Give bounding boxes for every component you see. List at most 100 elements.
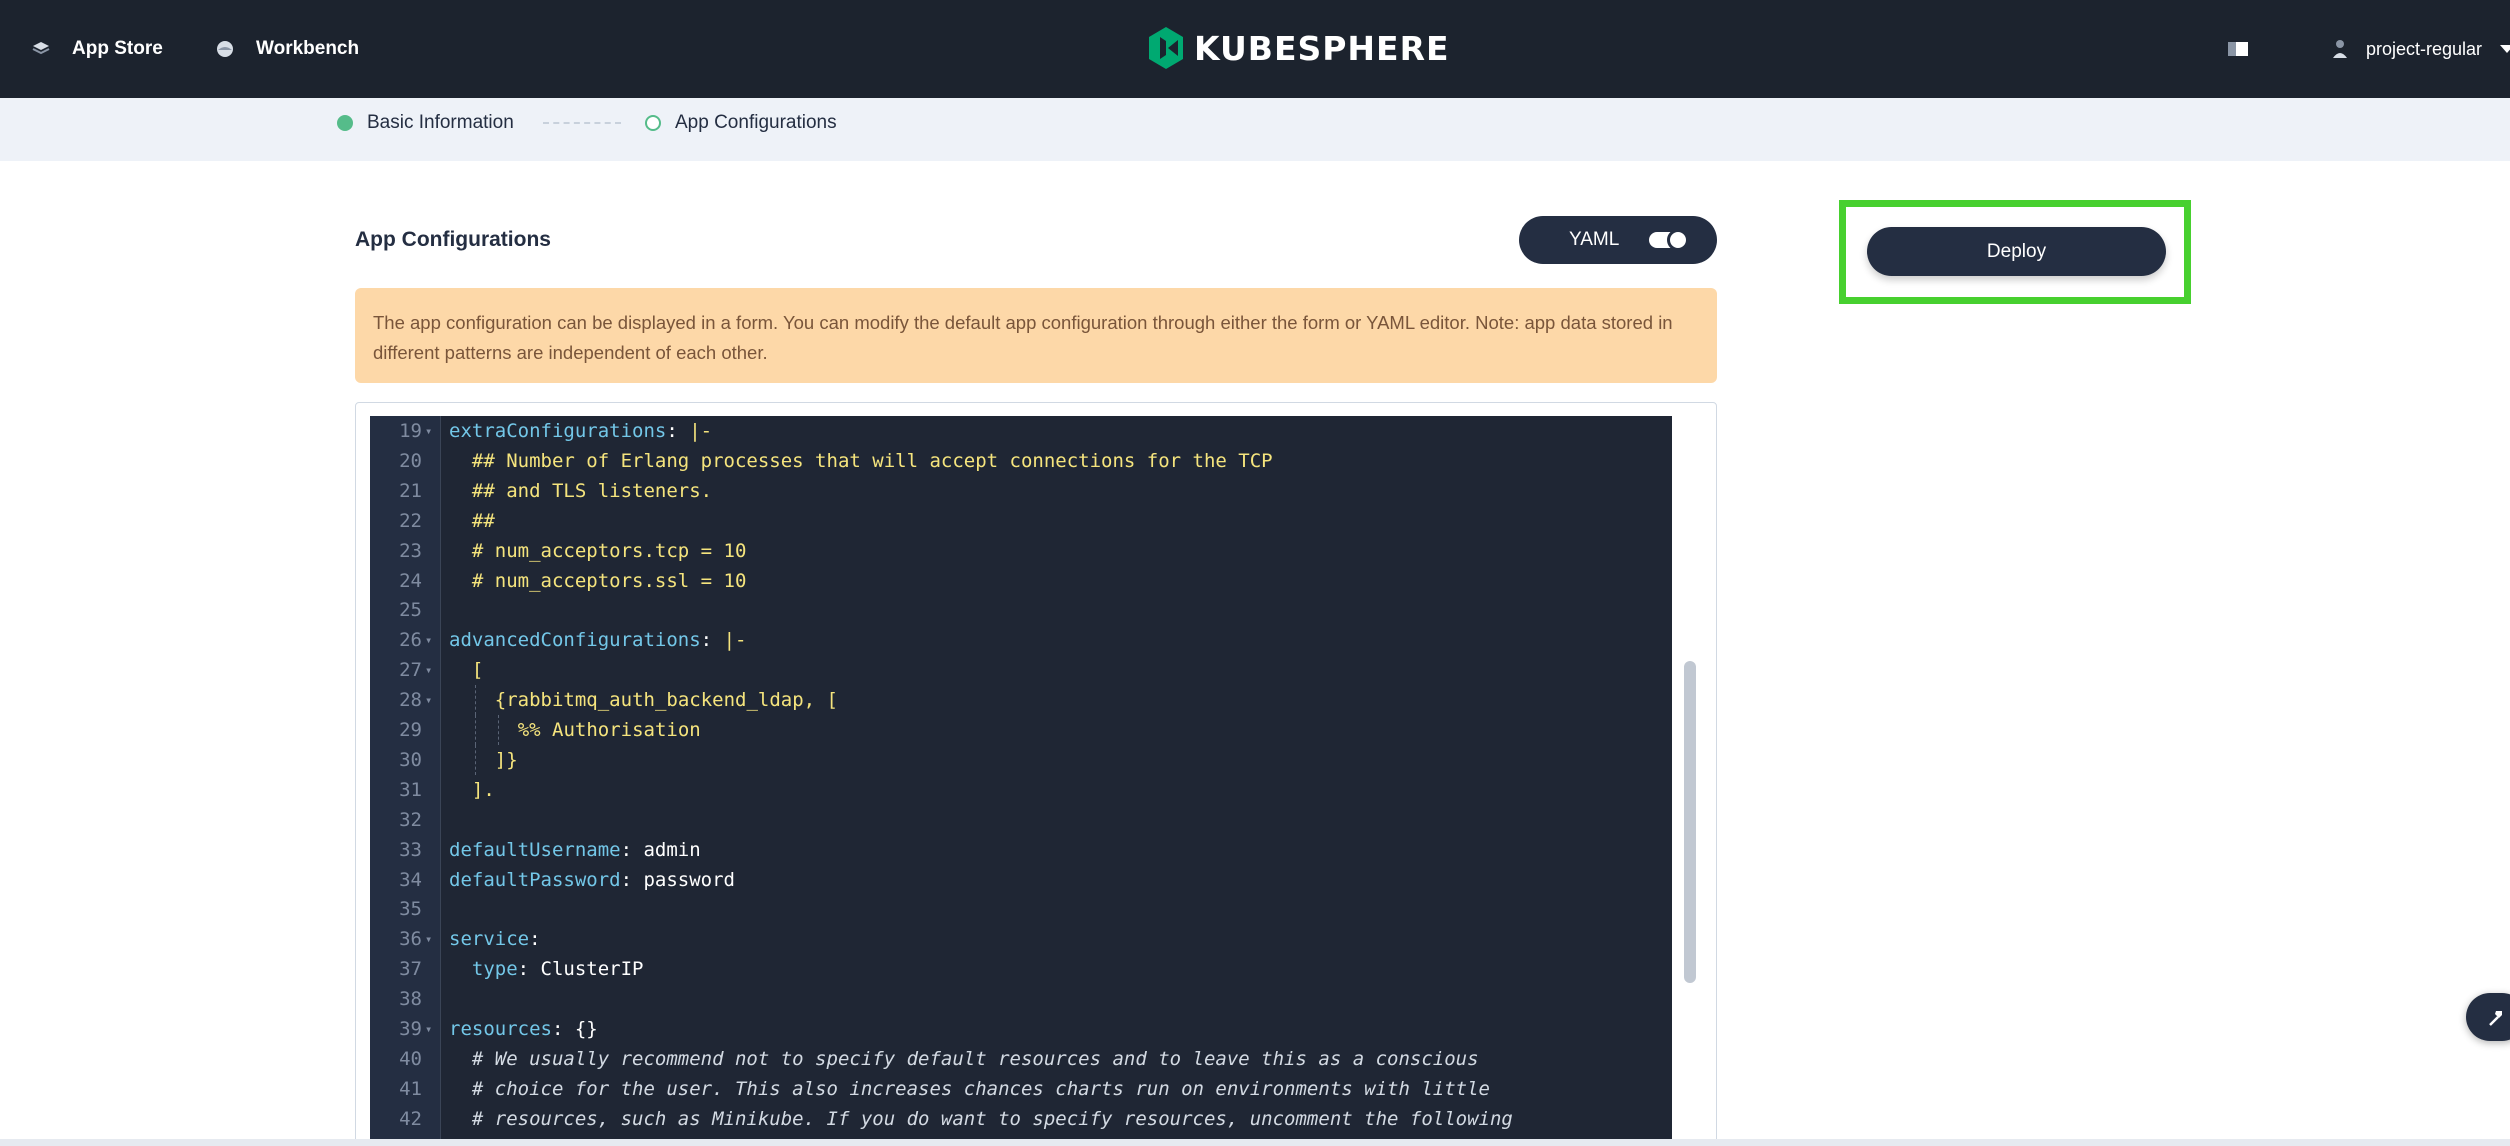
code-line: 39 ▾ resources: {} [370,1014,1672,1044]
step-app-configurations[interactable]: App Configurations [645,98,837,148]
line-number: 38 [399,988,422,1011]
line-number: 24 [399,569,422,592]
code-line: 24 # num_acceptors.ssl = 10 [370,566,1672,596]
code-line: 42 # resources, such as Minikube. If you … [370,1104,1672,1134]
indent-guide [475,744,477,775]
code-text: ## [471,509,495,532]
code-text: # num_acceptors.tcp = 10 [471,539,747,562]
kubesphere-logo-icon [1149,27,1183,69]
code-line: 29 %% Authorisation [370,715,1672,745]
code-line: 20 ## Number of Erlang processes that wil… [370,446,1672,476]
yaml-toggle-label: YAML [1569,229,1620,250]
step-basic-information[interactable]: Basic Information [337,98,514,148]
code-text: ## Number of Erlang processes that will … [471,449,1273,472]
code-line: 41 # choice for the user. This also incre… [370,1074,1672,1104]
bottom-strip [0,1139,2510,1146]
step-label: App Configurations [675,112,837,133]
yaml-editor-frame: 19 ▾ extraConfigurations: |- 20 ## Number of… [355,402,1717,1146]
code-line: 38 [370,984,1672,1014]
fold-arrow-icon[interactable]: ▾ [425,685,432,715]
notification-icon[interactable] [2227,42,2248,56]
line-number: 32 [399,808,422,831]
indent-guide [475,685,477,716]
line-number: 25 [399,599,422,622]
step-label: Basic Information [367,112,514,133]
fold-arrow-icon[interactable]: ▾ [425,924,432,954]
line-number: 21 [399,479,422,502]
code-text: [ [471,659,484,682]
line-number: 40 [399,1047,422,1070]
code-line: 26 ▾ advancedConfigurations: |- [370,625,1672,655]
yaml-editor[interactable]: 19 ▾ extraConfigurations: |- 20 ## Number of… [370,416,1672,1146]
line-number: 36 [399,928,422,951]
toolbox-button[interactable] [2466,993,2510,1041]
editor-scrollbar-thumb[interactable] [1684,661,1696,983]
code-line: 40 # We usually recommend not to specify … [370,1044,1672,1074]
fold-arrow-icon[interactable]: ▾ [425,655,432,685]
yaml-mode-toggle[interactable]: YAML [1519,216,1717,264]
user-avatar-icon [2332,39,2348,59]
line-number: 39 [399,1018,422,1040]
line-number: 26 [399,629,422,652]
logo-text: KUBESPHERE [1194,28,1450,68]
code-line: 28 ▾ {rabbitmq_auth_backend_ldap, [ [370,685,1672,716]
deploy-button[interactable]: Deploy [1867,227,2166,276]
code-line: 19 ▾ extraConfigurations: |- [370,416,1672,446]
indent-guide [475,715,477,745]
code-line: 32 [370,805,1672,835]
user-area: project-regular [2227,0,2510,98]
line-number: 28 [399,689,422,712]
nav-app-store[interactable]: App Store [30,0,163,98]
nav-app-store-label: App Store [72,38,163,59]
line-number: 20 [399,449,422,472]
kubesphere-logo[interactable]: KUBESPHERE [1146,24,1450,72]
code-text: ]} [494,748,518,771]
step-complete-icon [337,115,353,131]
code-line: 23 # num_acceptors.tcp = 10 [370,536,1672,566]
line-number: 23 [399,539,422,562]
code-line: 33 defaultUsername: admin [370,835,1672,865]
top-navigation-bar: App Store Workbench KUBESPHERE project-r… [0,0,2510,98]
fold-arrow-icon[interactable]: ▾ [425,1014,432,1044]
code-line: 35 [370,894,1672,924]
code-line: 25 [370,595,1672,625]
line-number: 27 [399,659,422,682]
hammer-icon [2489,1011,2502,1026]
code-text: defaultPassword: password [449,868,735,891]
line-number: 35 [399,898,422,921]
line-number: 30 [399,748,422,771]
line-number: 29 [399,719,422,741]
code-text: type: ClusterIP [471,958,644,981]
nav-workbench-label: Workbench [256,38,360,59]
code-text: defaultUsername: admin [449,838,701,861]
code-text: extraConfigurations: |- [449,420,713,442]
code-text: # We usually recommend not to specify de… [471,1047,1479,1070]
user-name[interactable]: project-regular [2366,39,2482,60]
code-line: 21 ## and TLS listeners. [370,476,1672,506]
code-line: 22 ## [370,506,1672,536]
code-text: ]. [471,778,495,801]
line-number: 34 [399,868,422,891]
app-store-icon [30,38,52,60]
nav-workbench[interactable]: Workbench [214,0,359,98]
toggle-switch[interactable] [1649,229,1689,251]
line-number: 31 [399,778,422,801]
code-text: resources: {} [449,1018,598,1040]
code-text: # resources, such as Minikube. If you do… [471,1107,1513,1130]
code-text: # num_acceptors.ssl = 10 [471,569,747,592]
code-line: 37 type: ClusterIP [370,954,1672,984]
workbench-icon [214,38,236,60]
fold-arrow-icon[interactable]: ▾ [425,625,432,655]
steps-bar: Basic Information App Configurations [0,98,2510,161]
info-notice: The app configuration can be displayed i… [355,288,1717,383]
chevron-down-icon[interactable] [2500,45,2510,53]
code-text: advancedConfigurations: |- [449,629,747,652]
code-line: 27 ▾ [ [370,655,1672,685]
line-number: 19 [399,420,422,442]
code-line: 30]} [370,744,1672,775]
fold-arrow-icon[interactable]: ▾ [425,416,432,446]
step-connector [543,122,621,124]
line-number: 37 [399,958,422,981]
code-text: ## and TLS listeners. [471,479,713,502]
code-line: 31]. [370,775,1672,805]
